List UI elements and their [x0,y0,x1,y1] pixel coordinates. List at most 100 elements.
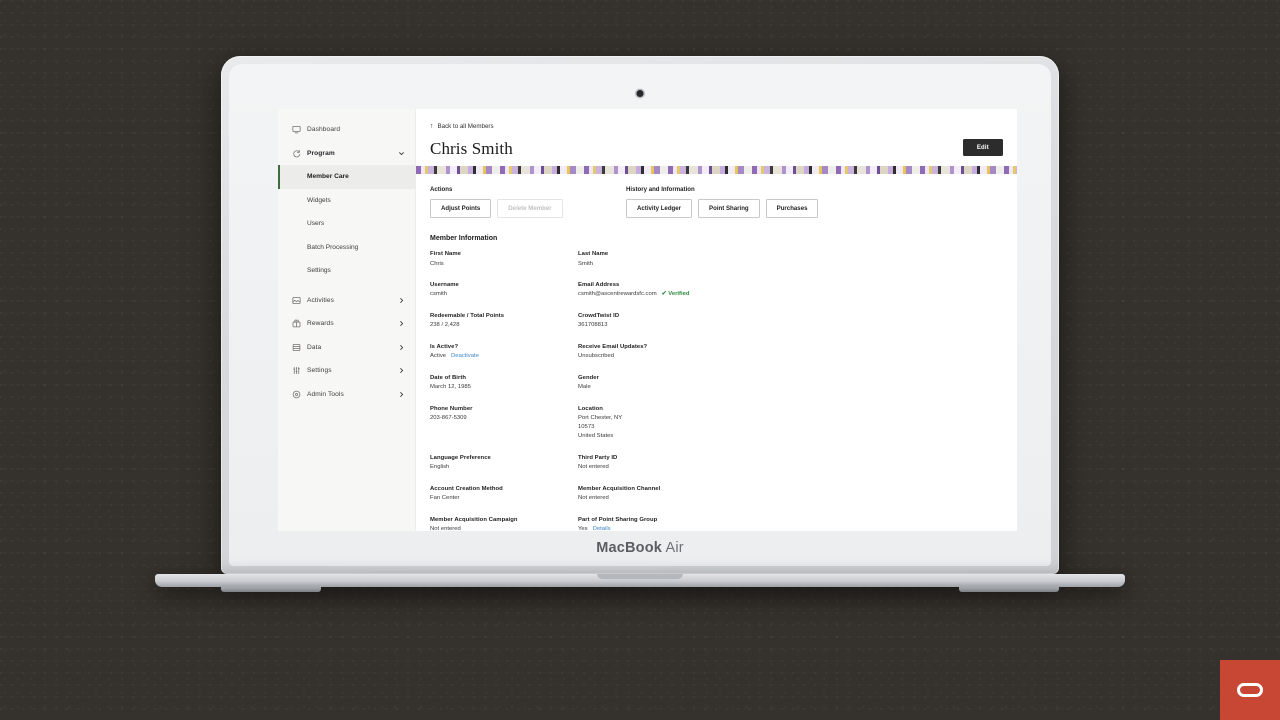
field-receive-email-updates: Receive Email Updates? Unsubscribed [578,344,1003,361]
actions-section: Actions Adjust Points Delete Member [430,186,626,218]
chevron-right-icon[interactable] [398,320,405,327]
field-label: Date of Birth [430,374,466,381]
chevron-down-icon[interactable] [398,150,405,157]
member-information-heading: Member Information [430,235,498,242]
field-value: Male [578,384,591,391]
field-location: Location Port Chester, NY 10573 United S… [578,406,1003,441]
field-label: Location [578,405,603,412]
delete-member-button: Delete Member [497,199,563,218]
decorative-banner [416,166,1017,174]
field-date-of-birth: Date of Birth March 12, 1985 [430,375,578,392]
sidebar-item-dashboard[interactable]: Dashboard [278,118,415,142]
field-value: Active [430,353,447,360]
back-to-all-members-link[interactable]: ↑ Back to all Members [430,123,1017,130]
field-value: Not entered [578,495,609,502]
field-language-preference: Language Preference English [430,455,578,472]
field-value: 238 / 2,428 [430,322,460,329]
oracle-logo [1220,660,1280,720]
deactivate-link[interactable]: Deactivate [451,352,479,361]
sidebar-item-users[interactable]: Users [278,212,415,236]
field-first-name: First Name Chris [430,251,578,268]
field-label: Gender [578,374,599,381]
chevron-right-icon[interactable] [398,344,405,351]
sidebar-item-settings[interactable]: Settings [278,359,415,383]
field-username: Username csmith [430,282,578,299]
field-value-line: 10573 [578,424,595,431]
field-redeemable-total-points: Redeemable / Total Points 238 / 2,428 [430,313,578,330]
laptop-foot-left [221,587,321,592]
sidebar-item-label: Settings [307,267,331,275]
actions-heading: Actions [430,186,453,193]
field-member-acquisition-channel: Member Acquisition Channel Not entered [578,486,1003,503]
edit-button[interactable]: Edit [962,139,1003,156]
field-label: Language Preference [430,454,491,461]
field-value: Fan Center [430,495,460,502]
history-section: History and Information Activity Ledger … [626,186,819,218]
chevron-right-icon[interactable] [398,391,405,398]
webcam-icon [636,90,644,97]
field-label: Account Creation Method [430,485,503,492]
chevron-right-icon[interactable] [398,297,405,304]
field-value: English [430,464,450,471]
up-arrow-icon: ↑ [430,123,434,130]
field-member-acquisition-campaign: Member Acquisition Campaign Not entered [430,517,578,531]
laptop-device: Dashboard Program Member Care Widgets Us… [155,56,1125,608]
field-label: Username [430,281,459,288]
sidebar-item-label: Users [307,220,325,228]
field-email-address: Email Address csmith@ascentrewardsfc.com… [578,282,1003,299]
sidebar-item-label: Data [307,343,322,351]
field-label: Third Party ID [578,454,618,461]
sidebar-item-data[interactable]: Data [278,336,415,360]
action-sections: Actions Adjust Points Delete Member Hist… [430,186,1003,218]
laptop-lid: Dashboard Program Member Care Widgets Us… [221,56,1059,574]
sidebar-item-program[interactable]: Program [278,142,415,166]
laptop-foot-right [959,587,1059,592]
sidebar-item-widgets[interactable]: Widgets [278,189,415,213]
sidebar-item-admin-tools[interactable]: Admin Tools [278,383,415,407]
dashboard-icon [292,125,301,134]
field-label: Member Acquisition Channel [578,485,661,492]
back-link-label: Back to all Members [437,123,494,130]
field-label: Receive Email Updates? [578,343,648,350]
laptop-base [155,574,1125,592]
activity-ledger-button[interactable]: Activity Ledger [626,199,693,218]
details-link[interactable]: Details [593,525,611,531]
sidebar-item-activities[interactable]: Activities [278,289,415,313]
sidebar-item-label: Activities [307,296,335,304]
member-information-fields: First Name Chris Last Name Smith Usernam… [430,251,1003,531]
chevron-right-icon[interactable] [398,367,405,374]
sidebar-item-label: Member Care [307,173,349,181]
history-heading: History and Information [626,186,695,193]
field-label: Last Name [578,251,609,257]
field-label: First Name [430,251,461,257]
field-is-active: Is Active? Active Deactivate [430,344,578,361]
sidebar-item-batch-processing[interactable]: Batch Processing [278,236,415,260]
page-title: Chris Smith [430,139,513,158]
field-label: Email Address [578,281,620,288]
adjust-points-button[interactable]: Adjust Points [430,199,492,218]
field-value: Smith [578,260,594,267]
field-value: csmith [430,291,448,298]
field-value-line: Port Chester, NY [578,415,623,422]
field-value: Chris [430,260,444,267]
device-brand-light: Air [662,540,684,556]
field-part-of-point-sharing-group: Part of Point Sharing Group Yes Details [578,517,1003,531]
field-value: csmith@ascentrewardsfc.com [578,291,657,298]
page-header: Chris Smith Edit [430,139,1003,157]
sidebar-item-member-care[interactable]: Member Care [278,165,415,189]
field-label: Member Acquisition Campaign [430,516,518,523]
field-label: CrowdTwist ID [578,312,620,319]
laptop-notch [597,574,683,579]
field-label: Phone Number [430,405,473,412]
database-icon [292,343,301,352]
gear-icon [292,390,301,399]
sidebar-item-label: Dashboard [307,126,341,134]
sidebar-item-program-settings[interactable]: Settings [278,259,415,283]
field-value: Not entered [430,526,461,531]
sidebar-item-rewards[interactable]: Rewards [278,312,415,336]
purchases-button[interactable]: Purchases [765,199,819,218]
point-sharing-button[interactable]: Point Sharing [698,199,760,218]
program-icon [292,149,301,158]
sidebar-item-label: Settings [307,367,332,375]
sidebar: Dashboard Program Member Care Widgets Us… [278,109,416,531]
